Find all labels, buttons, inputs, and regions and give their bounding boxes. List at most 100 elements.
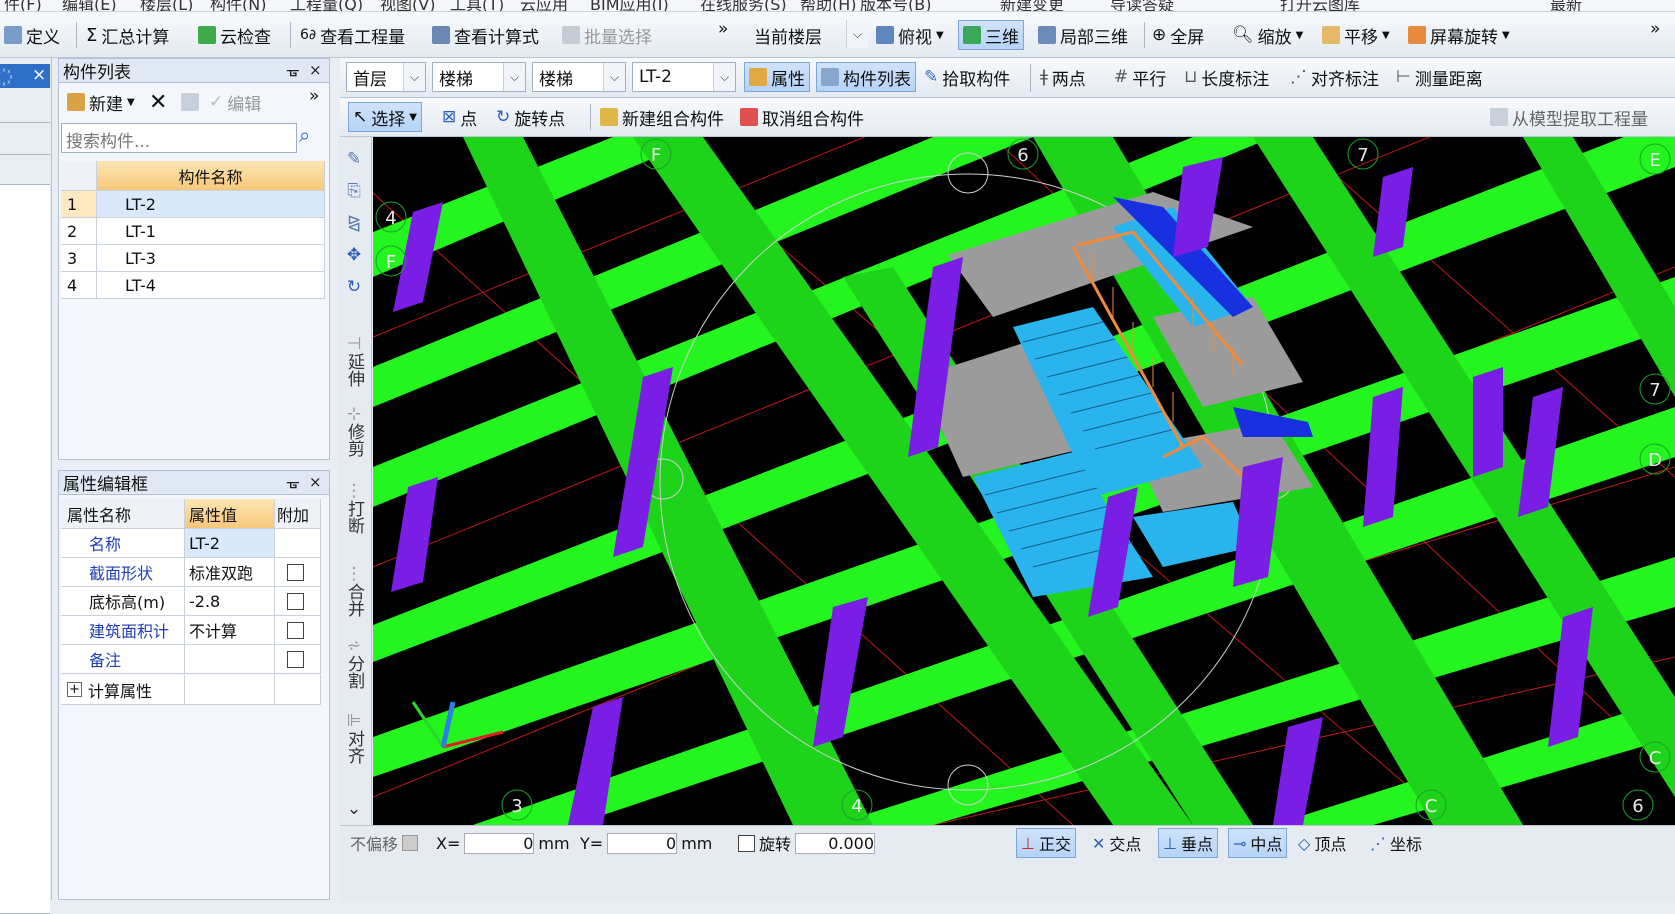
property-button[interactable]: 属性 [744, 62, 810, 92]
property-value[interactable]: 标准双跑 [185, 558, 275, 587]
expand-plus-icon[interactable]: + [67, 682, 82, 697]
split-tool[interactable]: ⩫ 分割 [340, 637, 368, 689]
mirror-icon[interactable]: ⧎ [347, 214, 361, 232]
extra-checkbox[interactable] [287, 563, 304, 581]
batch-select-button[interactable]: 批量选择 [562, 20, 652, 50]
menu-item[interactable]: 新建变更 [1000, 0, 1064, 11]
pick-component-button[interactable]: ✎ 拾取构件 [924, 62, 1010, 92]
table-row-index[interactable]: 3 [61, 245, 97, 272]
parallel-button[interactable]: # 平行 [1114, 62, 1166, 92]
menu-item[interactable]: 最新 [1550, 0, 1582, 11]
align-dim-button[interactable]: ⋰ 对齐标注 [1290, 62, 1379, 92]
3d-viewport[interactable]: F 6 7 E 4 F 7 D C 3 4 C 6 [373, 137, 1675, 825]
menu-item[interactable]: 楼层(L) [140, 0, 193, 11]
brush-icon[interactable]: ✎ [347, 150, 361, 168]
table-row[interactable]: LT-2 [97, 191, 325, 218]
property-value[interactable]: LT-2 [185, 529, 275, 558]
copy-move-icon[interactable]: ⎘ [347, 182, 361, 200]
edit-button[interactable]: ✓ 编辑 [209, 87, 261, 117]
search-input[interactable]: 搜索构件... [61, 123, 297, 153]
table-row-index[interactable]: 1 [61, 191, 97, 218]
menu-item[interactable]: BIM应用(I) [590, 0, 669, 11]
snap-perpendicular-toggle[interactable]: ⊥ 垂点 [1158, 828, 1218, 858]
extra-checkbox[interactable] [287, 592, 304, 610]
menu-item[interactable]: 在线服务(S) [700, 0, 787, 11]
define-button[interactable]: 定义 [4, 20, 60, 50]
3d-view-button[interactable]: 三维 [958, 20, 1024, 50]
close-icon[interactable]: × [32, 65, 46, 85]
move-icon[interactable]: ✥ [347, 246, 361, 264]
extract-qty-button[interactable]: 从模型提取工程量 [1490, 102, 1648, 132]
pin-tab[interactable]: ꙰× [0, 64, 50, 88]
extra-checkbox[interactable] [287, 621, 304, 639]
point-button[interactable]: ⊠ 点 [442, 102, 477, 132]
more-chevron-icon[interactable]: » [718, 14, 728, 44]
rotate-input[interactable]: 0.000 [795, 832, 876, 854]
menu-item[interactable]: 视图(V) [380, 0, 435, 11]
close-icon[interactable]: × [309, 473, 322, 491]
table-row-index[interactable]: 2 [61, 218, 97, 245]
search-icon[interactable]: ⌕ [299, 123, 325, 153]
3d-model-canvas[interactable]: F 6 7 E 4 F 7 D C 3 4 C 6 [373, 137, 1675, 825]
menu-item[interactable]: 版本号(B) [860, 0, 931, 11]
table-row[interactable]: LT-4 [97, 272, 325, 299]
fullscreen-button[interactable]: ⊕ 全屏 [1152, 20, 1204, 50]
x-input[interactable]: 0 [464, 832, 535, 854]
category-dropdown[interactable]: 楼梯 ⌵ [432, 62, 526, 92]
more-chevron-icon[interactable]: » [1650, 14, 1660, 44]
local-3d-button[interactable]: 局部三维 [1038, 20, 1128, 50]
menu-item[interactable]: 工具(T) [450, 0, 504, 11]
y-input[interactable]: 0 [607, 832, 678, 854]
two-points-button[interactable]: ǂ 两点 [1040, 62, 1086, 92]
view-qty-button[interactable]: 6∂ 查看工程量 [300, 20, 405, 50]
snap-midpoint-toggle[interactable]: ⊸ 中点 [1228, 828, 1288, 858]
select-button[interactable]: ↖ 选择 ▼ [348, 102, 422, 132]
pan-button[interactable]: 平移 ▼ [1322, 20, 1390, 50]
rotate-point-button[interactable]: ↻ 旋转点 [496, 102, 565, 132]
table-row[interactable]: LT-1 [97, 218, 325, 245]
sum-calc-button[interactable]: Σ 汇总计算 [86, 20, 169, 50]
ortho-toggle[interactable]: ⊥ 正交 [1016, 828, 1076, 858]
x-coord-field[interactable]: X= 0 mm [436, 828, 570, 858]
rotate-icon[interactable]: ↻ [347, 278, 361, 296]
current-floor-dropdown[interactable]: 当前楼层 ⌵ [748, 20, 868, 50]
component-dropdown[interactable]: LT-2 ⌵ [632, 62, 736, 92]
type-dropdown[interactable]: 楼梯 ⌵ [532, 62, 626, 92]
extend-tool[interactable]: ⊣ 延伸 [340, 335, 368, 387]
close-icon[interactable]: × [309, 61, 322, 79]
menu-item[interactable]: 件(F) [4, 0, 42, 11]
more-chevron-icon[interactable]: » [309, 81, 319, 111]
table-row-index[interactable]: 4 [61, 272, 97, 299]
view-formula-button[interactable]: 查看计算式 [432, 20, 539, 50]
rotate-checkbox[interactable] [738, 834, 755, 852]
menu-item[interactable]: 导读答疑 [1110, 0, 1174, 11]
pin-icon[interactable]: ᚗ [287, 61, 299, 79]
menu-item[interactable]: 打开云图库 [1280, 0, 1360, 11]
offset-dropdown-icon[interactable] [402, 835, 419, 851]
menu-item[interactable]: 云应用 [520, 0, 568, 11]
new-component-button[interactable]: 新建 ▼ [67, 87, 135, 117]
top-view-button[interactable]: 俯视 ▼ [876, 20, 944, 50]
zoom-button[interactable]: 🔍︎ 缩放 ▼ [1232, 20, 1303, 50]
new-group-button[interactable]: 新建组合构件 [600, 102, 724, 132]
snap-vertex-toggle[interactable]: ◇ 顶点 [1298, 828, 1346, 858]
snap-coord-toggle[interactable]: ⋰ 坐标 [1370, 828, 1422, 858]
cancel-group-button[interactable]: 取消组合构件 [740, 102, 864, 132]
menu-item[interactable]: 帮助(H) [800, 0, 857, 11]
y-coord-field[interactable]: Y= 0 mm [580, 828, 712, 858]
no-offset-option[interactable]: 不偏移 [350, 828, 419, 858]
measure-distance-button[interactable]: ⊢ 测量距离 [1396, 62, 1483, 92]
copy-icon[interactable] [181, 87, 199, 117]
extra-checkbox[interactable] [287, 650, 304, 668]
menu-item[interactable]: 构件(N) [210, 0, 266, 11]
cloud-check-button[interactable]: 云检查 [198, 20, 271, 50]
menu-item[interactable]: 工程量(Q) [290, 0, 363, 11]
table-row[interactable]: LT-3 [97, 245, 325, 272]
snap-intersection-toggle[interactable]: ✕ 交点 [1092, 828, 1141, 858]
merge-tool[interactable]: ⋮ 合并 [340, 565, 368, 617]
floor-dropdown[interactable]: 首层 ⌵ [346, 62, 426, 92]
pin-icon[interactable]: ᚗ [287, 473, 299, 491]
property-value[interactable] [185, 645, 275, 674]
calc-prop-row[interactable]: + 计算属性 [61, 675, 185, 705]
component-list-button[interactable]: 构件列表 [816, 62, 916, 92]
